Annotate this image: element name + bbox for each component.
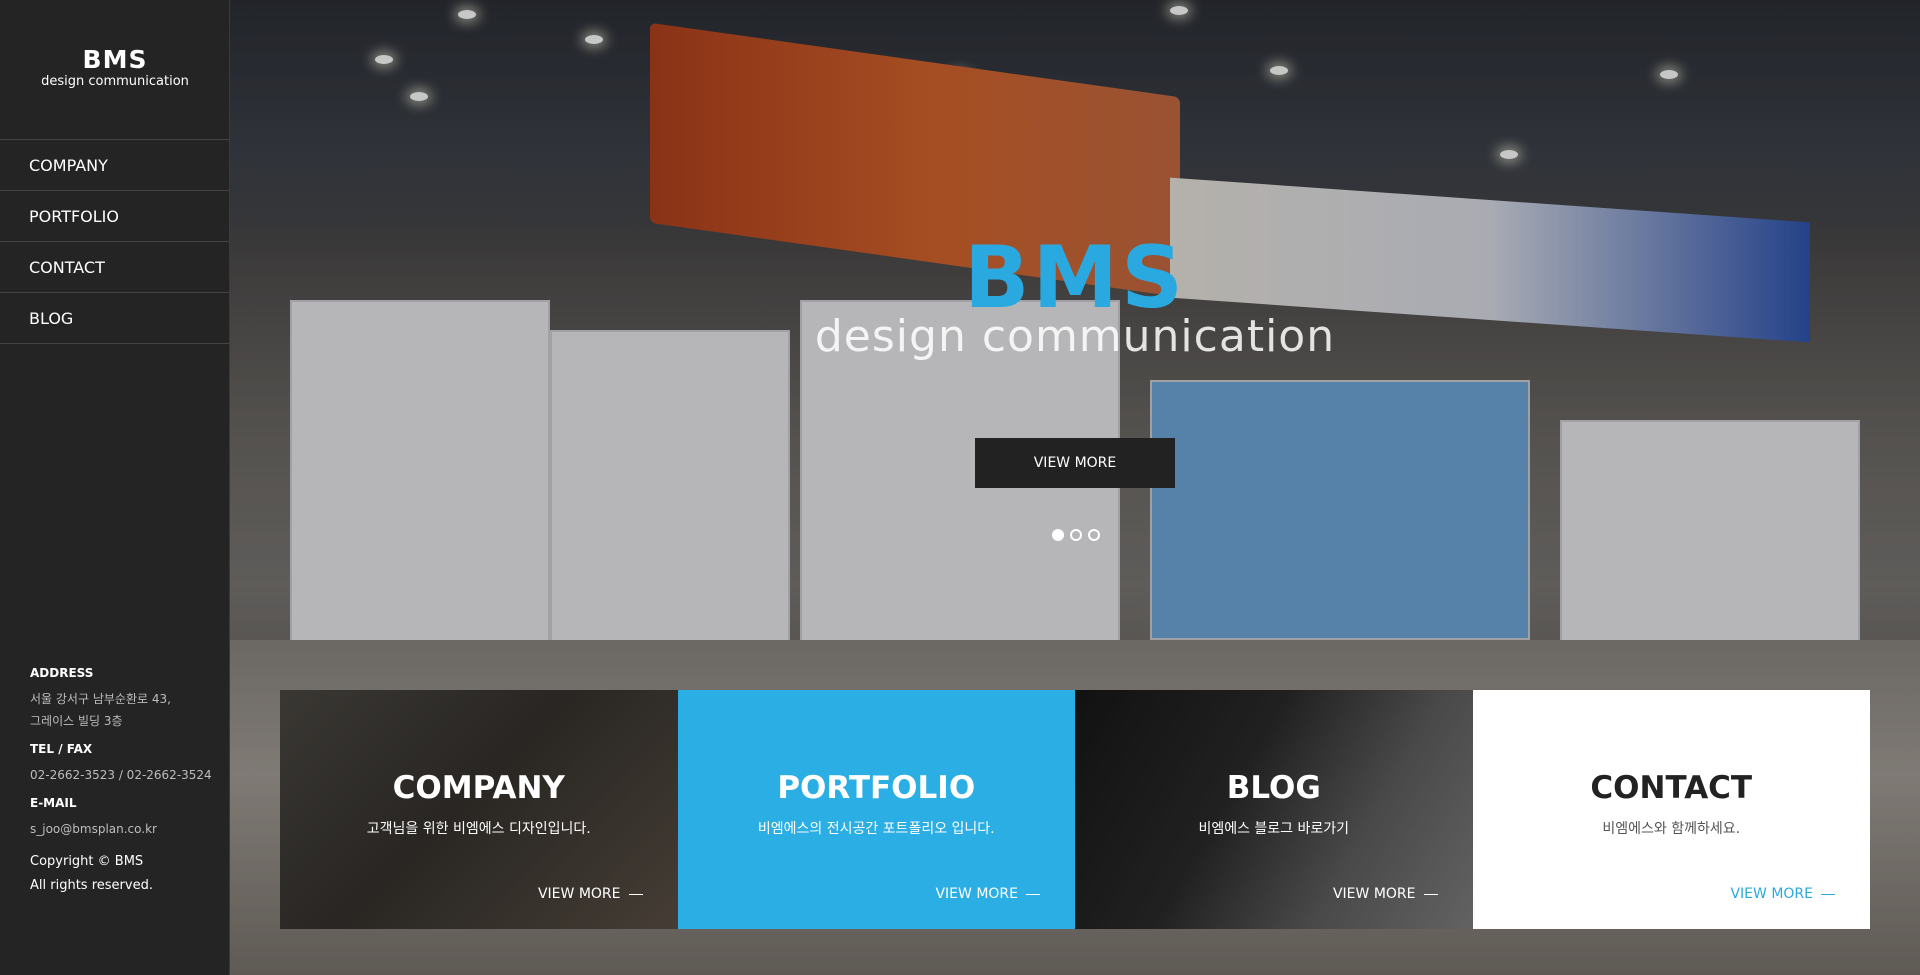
- email-label: E-MAIL: [30, 796, 77, 810]
- card-title: COMPANY: [392, 770, 565, 806]
- dash-icon: [1423, 893, 1438, 895]
- view-more-label: VIEW MORE: [1730, 886, 1813, 902]
- main-nav: COMPANY PORTFOLIO CONTACT BLOG: [0, 139, 230, 344]
- card-contact[interactable]: CONTACT 비엠에스와 함께하세요. VIEW MORE: [1472, 690, 1870, 929]
- sidebar: BMS design communication COMPANY PORTFOL…: [0, 0, 230, 975]
- dash-icon: [1026, 893, 1040, 895]
- card-description: 비엠에스 블로그 바로가기: [1198, 821, 1350, 837]
- card-description: 비엠에스와 함께하세요.: [1602, 821, 1741, 837]
- card-view-more-link[interactable]: VIEW MORE: [1333, 886, 1438, 902]
- sidebar-logo[interactable]: BMS design communication: [0, 46, 230, 90]
- address-label: ADDRESS: [30, 666, 94, 680]
- card-title: PORTFOLIO: [777, 770, 976, 806]
- hero-brand-tagline: design communication: [814, 311, 1336, 362]
- dash-icon: [1821, 893, 1835, 895]
- slider-dot-2[interactable]: [1070, 529, 1082, 541]
- slider-dot-1[interactable]: [1052, 529, 1064, 541]
- copyright-line-1: Copyright © BMS: [30, 854, 144, 869]
- card-blog[interactable]: BLOG 비엠에스 블로그 바로가기 VIEW MORE: [1075, 690, 1473, 929]
- feature-cards: COMPANY 고객님을 위한 비엠에스 디자인입니다. VIEW MORE P…: [280, 690, 1870, 929]
- view-more-label: VIEW MORE: [537, 886, 621, 902]
- slider-dot-3[interactable]: [1088, 529, 1100, 541]
- logo-wordmark: BMS: [82, 45, 148, 74]
- nav-item-blog[interactable]: BLOG: [0, 293, 230, 344]
- card-description: 고객님을 위한 비엠에스 디자인입니다.: [366, 821, 591, 837]
- tel-label: TEL / FAX: [30, 742, 93, 756]
- card-view-more-link[interactable]: VIEW MORE: [538, 886, 643, 902]
- address-line-2: 그레이스 빌딩 3층: [30, 714, 123, 728]
- card-company[interactable]: COMPANY 고객님을 위한 비엠에스 디자인입니다. VIEW MORE: [280, 690, 678, 929]
- copyright: Copyright © BMS All rights reserved.: [30, 850, 220, 898]
- hero-brand: BMS design communication: [230, 235, 1920, 359]
- card-title: CONTACT: [1590, 770, 1753, 806]
- card-portfolio[interactable]: PORTFOLIO 비엠에스의 전시공간 포트폴리오 입니다. VIEW MOR…: [677, 690, 1075, 929]
- company-info: ADDRESS 서울 강서구 남부순환로 43, 그레이스 빌딩 3층 TEL …: [30, 666, 220, 898]
- slider-dots: [1052, 529, 1100, 541]
- address-line-1: 서울 강서구 남부순환로 43,: [30, 692, 171, 706]
- card-title: BLOG: [1226, 770, 1321, 806]
- copyright-line-2: All rights reserved.: [30, 878, 153, 893]
- card-view-more-link[interactable]: VIEW MORE: [935, 886, 1040, 902]
- hero-view-more-button[interactable]: VIEW MORE: [975, 438, 1175, 488]
- card-view-more-link[interactable]: VIEW MORE: [1730, 886, 1835, 902]
- address-value: 서울 강서구 남부순환로 43, 그레이스 빌딩 3층: [30, 688, 220, 732]
- view-more-label: VIEW MORE: [935, 886, 1018, 902]
- logo-tagline: design communication: [41, 74, 189, 89]
- dash-icon: [628, 893, 643, 895]
- nav-item-company[interactable]: COMPANY: [0, 140, 230, 191]
- email-value[interactable]: s_joo@bmsplan.co.kr: [30, 818, 220, 840]
- view-more-label: VIEW MORE: [1332, 886, 1416, 902]
- tel-value: 02-2662-3523 / 02-2662-3524: [30, 768, 212, 782]
- hero-brand-wordmark: BMS: [963, 228, 1187, 328]
- card-description: 비엠에스의 전시공간 포트폴리오 입니다.: [757, 821, 995, 837]
- nav-item-portfolio[interactable]: PORTFOLIO: [0, 191, 230, 242]
- nav-item-contact[interactable]: CONTACT: [0, 242, 230, 293]
